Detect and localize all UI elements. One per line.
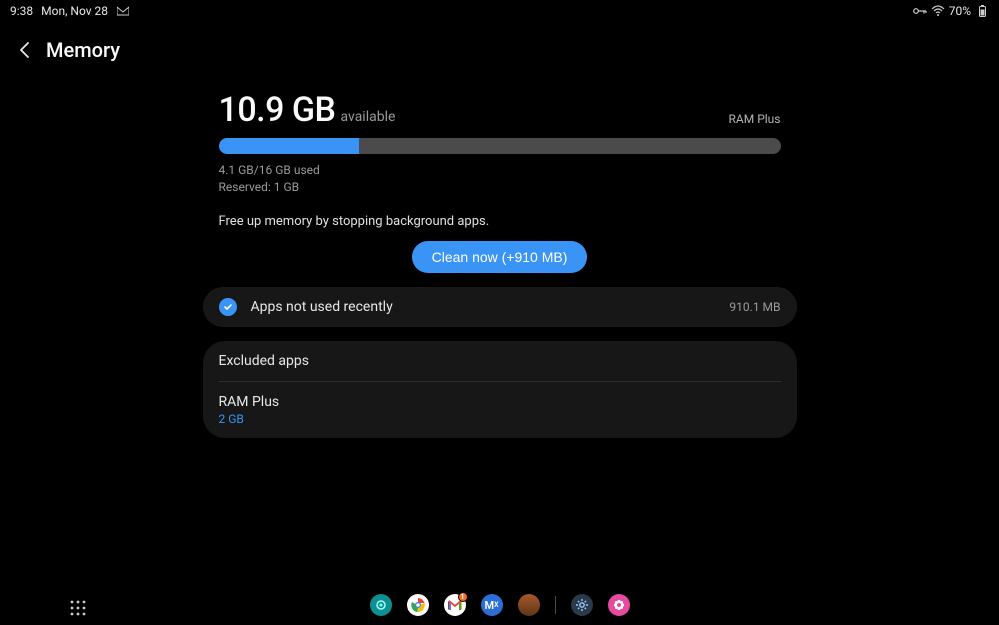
status-bar: 9:38 Mon, Nov 28 70% xyxy=(0,0,999,18)
ram-plus-value: 2 GB xyxy=(219,412,781,426)
memory-hint: Free up memory by stopping background ap… xyxy=(219,214,781,229)
vpn-key-icon xyxy=(913,4,927,18)
taskbar-app-flower[interactable] xyxy=(608,594,630,616)
flower-icon xyxy=(613,599,625,611)
ram-plus-row[interactable]: RAM Plus 2 GB xyxy=(203,382,797,438)
status-date: Mon, Nov 28 xyxy=(41,4,108,18)
memory-progress-bar xyxy=(219,138,781,154)
taskbar-app-mars[interactable] xyxy=(518,594,540,616)
gmail-notification-icon xyxy=(116,4,130,18)
taskbar-app-merx[interactable]: MX xyxy=(481,594,503,616)
title-bar: Memory xyxy=(0,18,999,72)
battery-icon xyxy=(975,4,989,18)
taskbar-separator xyxy=(555,596,556,614)
apps-not-used-size: 910.1 MB xyxy=(729,300,780,314)
gear-icon xyxy=(575,598,589,612)
apps-not-used-row[interactable]: Apps not used recently 910.1 MB xyxy=(203,287,797,327)
excluded-apps-row[interactable]: Excluded apps xyxy=(203,341,797,381)
status-time: 9:38 xyxy=(10,4,33,18)
ram-plus-label: RAM Plus xyxy=(219,394,781,410)
options-card: Excluded apps RAM Plus 2 GB xyxy=(203,341,797,438)
memory-reserved-text: Reserved: 1 GB xyxy=(219,179,781,196)
memory-progress-fill xyxy=(219,138,360,154)
page-title: Memory xyxy=(46,38,120,62)
available-memory-label: available xyxy=(341,109,396,125)
check-circle-icon[interactable] xyxy=(219,298,237,316)
taskbar-app-device-care[interactable] xyxy=(370,594,392,616)
taskbar: 1 MX xyxy=(0,591,999,619)
ram-plus-link[interactable]: RAM Plus xyxy=(729,112,781,130)
excluded-apps-label: Excluded apps xyxy=(219,353,781,369)
chevron-left-icon xyxy=(16,41,34,59)
back-button[interactable] xyxy=(14,39,36,61)
notification-badge: 1 xyxy=(458,592,468,602)
available-memory-value: 10.9 GB xyxy=(219,90,336,130)
taskbar-app-settings[interactable] xyxy=(571,594,593,616)
battery-percentage: 70% xyxy=(949,4,971,18)
taskbar-app-chrome[interactable] xyxy=(407,594,429,616)
taskbar-app-gmail[interactable]: 1 xyxy=(444,594,466,616)
memory-header: 10.9 GB available RAM Plus xyxy=(219,90,781,130)
apps-not-used-label: Apps not used recently xyxy=(251,299,716,315)
main-content: 10.9 GB available RAM Plus 4.1 GB/16 GB … xyxy=(219,72,781,438)
wifi-icon xyxy=(931,4,945,18)
clean-now-button[interactable]: Clean now (+910 MB) xyxy=(412,241,588,273)
apps-not-used-card: Apps not used recently 910.1 MB xyxy=(203,287,797,327)
memory-used-text: 4.1 GB/16 GB used xyxy=(219,162,781,179)
